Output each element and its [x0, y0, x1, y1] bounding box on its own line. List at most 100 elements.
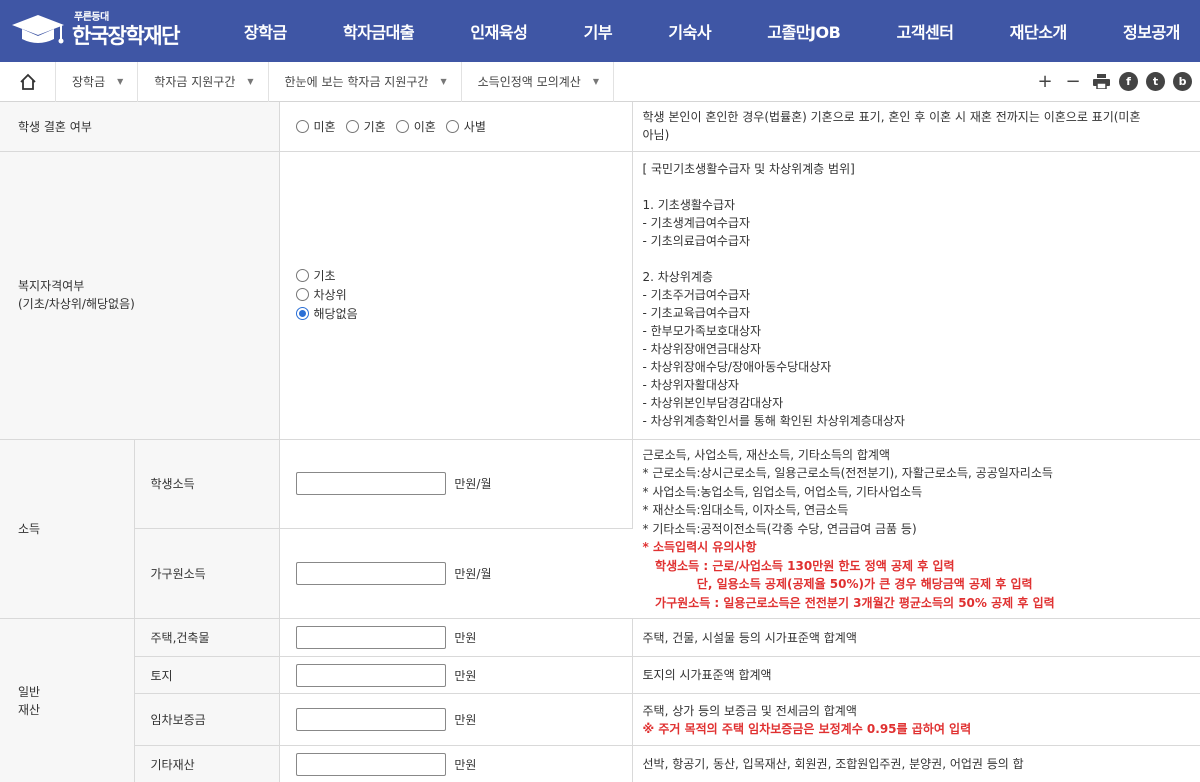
unit-label: 만원/월: [454, 477, 492, 492]
welfare-description: [ 국민기초생활수급자 및 차상위계층 범위] 1. 기초생활수급자 - 기초생…: [632, 151, 1200, 440]
unit-label: 만원: [454, 631, 477, 645]
marriage-row: 학생 결혼 여부 미혼 기혼 이혼 사별 학생 본인이 혼인한 경우(법률혼) …: [0, 102, 1200, 152]
other-asset-input[interactable]: [295, 752, 446, 776]
radio-widowed[interactable]: 사별: [445, 118, 486, 135]
marriage-description: 학생 본인이 혼인한 경우(법률혼) 기혼으로 표기, 혼인 후 이혼 시 재혼…: [632, 102, 1200, 152]
welfare-options: 기초 차상위 해당없음: [279, 151, 633, 440]
blog-icon[interactable]: b: [1173, 72, 1192, 91]
nav-item-loan[interactable]: 학자금대출: [343, 19, 415, 43]
facebook-icon[interactable]: f: [1119, 72, 1138, 91]
nav-item-dormitory[interactable]: 기숙사: [668, 19, 711, 43]
asset-row: 일반 재산 주택,건축물 만원 주택, 건물, 시설물 등의 시가표준액 합계액: [0, 618, 1200, 782]
family-income-input[interactable]: [295, 561, 446, 585]
asset-row-label: 토지: [134, 656, 280, 694]
description-line: - 차상위장애수당/장애아동수당대상자: [642, 360, 832, 374]
notice-line: * 소득입력시 유의사항: [642, 540, 757, 554]
caret-down-icon: ▼: [440, 77, 447, 86]
asset-input-cell: 만원: [279, 656, 633, 694]
graduation-cap-icon: [12, 15, 64, 44]
unit-label: 만원: [454, 668, 477, 683]
building-asset-input[interactable]: [295, 626, 446, 649]
notice-line: 가구원소득 : 일용근로소득은 전전분기 3개월간 평균소득의 50% 공제 후…: [642, 595, 1055, 610]
asset-row: 임차보증금 만원 주택, 상가 등의 보증금 및 전세금의 합계액 ※ 주거 목…: [0, 693, 1200, 746]
asset-row: 토지 만원 토지의 시가표준액 합계액: [0, 656, 1200, 694]
breadcrumb-item-simulator[interactable]: 소득인정액 모의계산 ▼: [462, 61, 614, 102]
caret-down-icon: ▼: [592, 77, 599, 86]
radio-not-applicable[interactable]: 해당없음: [295, 305, 626, 322]
student-income-input[interactable]: [295, 472, 446, 496]
nav-item-donation[interactable]: 기부: [584, 19, 613, 43]
radio-near-poverty[interactable]: 차상위: [295, 286, 626, 303]
radio-circle: [295, 287, 309, 301]
description-line: - 한부모가족보호대상자: [642, 324, 762, 338]
asset-input-cell: 만원: [279, 693, 633, 746]
radio-label: 차상위: [313, 287, 347, 302]
radio-label: 미혼: [313, 119, 336, 134]
breadcrumb-item-scholarship[interactable]: 장학금 ▼: [56, 61, 139, 102]
family-income-cell: 만원/월: [279, 528, 632, 620]
description-line: [ 국민기초생활수급자 및 차상위계층 범위]: [642, 162, 855, 176]
description-line: - 차상위본인부담경감대상자: [642, 396, 784, 410]
description-line: * 사업소득:농업소득, 임업소득, 어업소득, 기타사업소득: [642, 484, 923, 499]
description-line: * 재산소득:임대소득, 이자소득, 연금소득: [642, 503, 849, 517]
radio-label: 해당없음: [313, 306, 358, 321]
breadcrumb-item-overview[interactable]: 한눈에 보는 학자금 지원구간 ▼: [269, 61, 462, 102]
breadcrumb-item-support-level[interactable]: 학자금 지원구간 ▼: [138, 61, 269, 102]
radio-divorced[interactable]: 이혼: [395, 118, 436, 135]
description-line: 2. 차상위계층: [642, 270, 713, 284]
description-line: - 기초생계급여수급자: [642, 216, 751, 230]
description-line: - 차상위자활대상자: [642, 378, 739, 392]
deposit-asset-input[interactable]: [295, 708, 446, 731]
radio-label: 기초: [313, 268, 336, 283]
zoom-out-button[interactable]: −: [1063, 71, 1083, 92]
page-tools: + − f t b: [1035, 71, 1200, 92]
radio-label: 이혼: [413, 119, 436, 134]
description-line: * 기타소득:공적이전소득(각종 수당, 연금급여 금품 등): [642, 521, 917, 536]
student-income-cell: 만원/월: [279, 439, 633, 529]
nav-item-talent[interactable]: 인재육성: [470, 19, 527, 43]
caret-down-icon: ▼: [247, 77, 254, 86]
marriage-options: 미혼 기혼 이혼 사별: [279, 102, 633, 152]
notice-line: 학생소득 : 근로/사업소득 130만원 한도 정액 공제 후 입력: [642, 558, 955, 573]
asset-input-cell: 만원: [279, 618, 633, 657]
breadcrumb-label: 학자금 지원구간: [154, 75, 236, 89]
asset-row-label: 주택,건축물: [134, 618, 280, 657]
radio-basic[interactable]: 기초: [295, 267, 626, 284]
zoom-in-button[interactable]: +: [1035, 71, 1055, 92]
radio-unmarried[interactable]: 미혼: [295, 118, 336, 135]
nav-item-scholarship[interactable]: 장학금: [244, 19, 287, 43]
caret-down-icon: ▼: [117, 77, 124, 86]
radio-label: 기혼: [363, 119, 386, 134]
nav-item-about[interactable]: 재단소개: [1010, 19, 1067, 43]
land-asset-input[interactable]: [295, 663, 446, 687]
asset-input-cell: 만원: [279, 745, 633, 782]
student-income-label: 학생소득: [134, 439, 280, 529]
print-button[interactable]: [1091, 72, 1111, 92]
breadcrumb-label: 소득인정액 모의계산: [477, 75, 581, 89]
description-line: - 기초의료급여수급자: [642, 234, 751, 248]
description-line: - 차상위장애연금대상자: [642, 342, 762, 356]
logo-subtitle: 푸른등대: [74, 12, 109, 23]
radio-circle: [295, 268, 309, 282]
nav-item-customer-center[interactable]: 고객센터: [897, 19, 954, 43]
nav-item-disclosure[interactable]: 정보공개: [1123, 19, 1180, 43]
breadcrumb-label: 장학금: [72, 75, 106, 89]
unit-label: 만원: [454, 713, 477, 727]
twitter-icon[interactable]: t: [1146, 72, 1165, 91]
notice-line: ※ 주거 목적의 주택 임차보증금은 보정계수 0.95를 곱하여 입력: [642, 721, 972, 736]
asset-row-label: 임차보증금: [134, 693, 280, 746]
breadcrumb-label: 한눈에 보는 학자금 지원구간: [284, 75, 429, 89]
nav-item-job[interactable]: 고졸만JOB: [767, 19, 840, 43]
description-line: 1. 기초생활수급자: [642, 198, 736, 212]
logo[interactable]: 푸른등대 한국장학재단: [0, 0, 220, 62]
home-button[interactable]: [0, 61, 56, 102]
asset-label: 일반 재산: [0, 618, 135, 782]
description-line: - 기초교육급여수급자: [642, 306, 751, 320]
radio-label: 사별: [463, 119, 486, 134]
welfare-label-line: 복지자격여부: [18, 279, 85, 293]
asset-description: 토지의 시가표준액 합계액: [632, 656, 1200, 694]
radio-married[interactable]: 기혼: [345, 118, 386, 135]
income-student-row: 소득 학생소득 만원/월 근로소득, 사업소득, 재산소득, 기타소득의 합계액…: [0, 439, 1200, 619]
radio-circle: [395, 119, 409, 133]
print-icon: [1092, 74, 1110, 89]
